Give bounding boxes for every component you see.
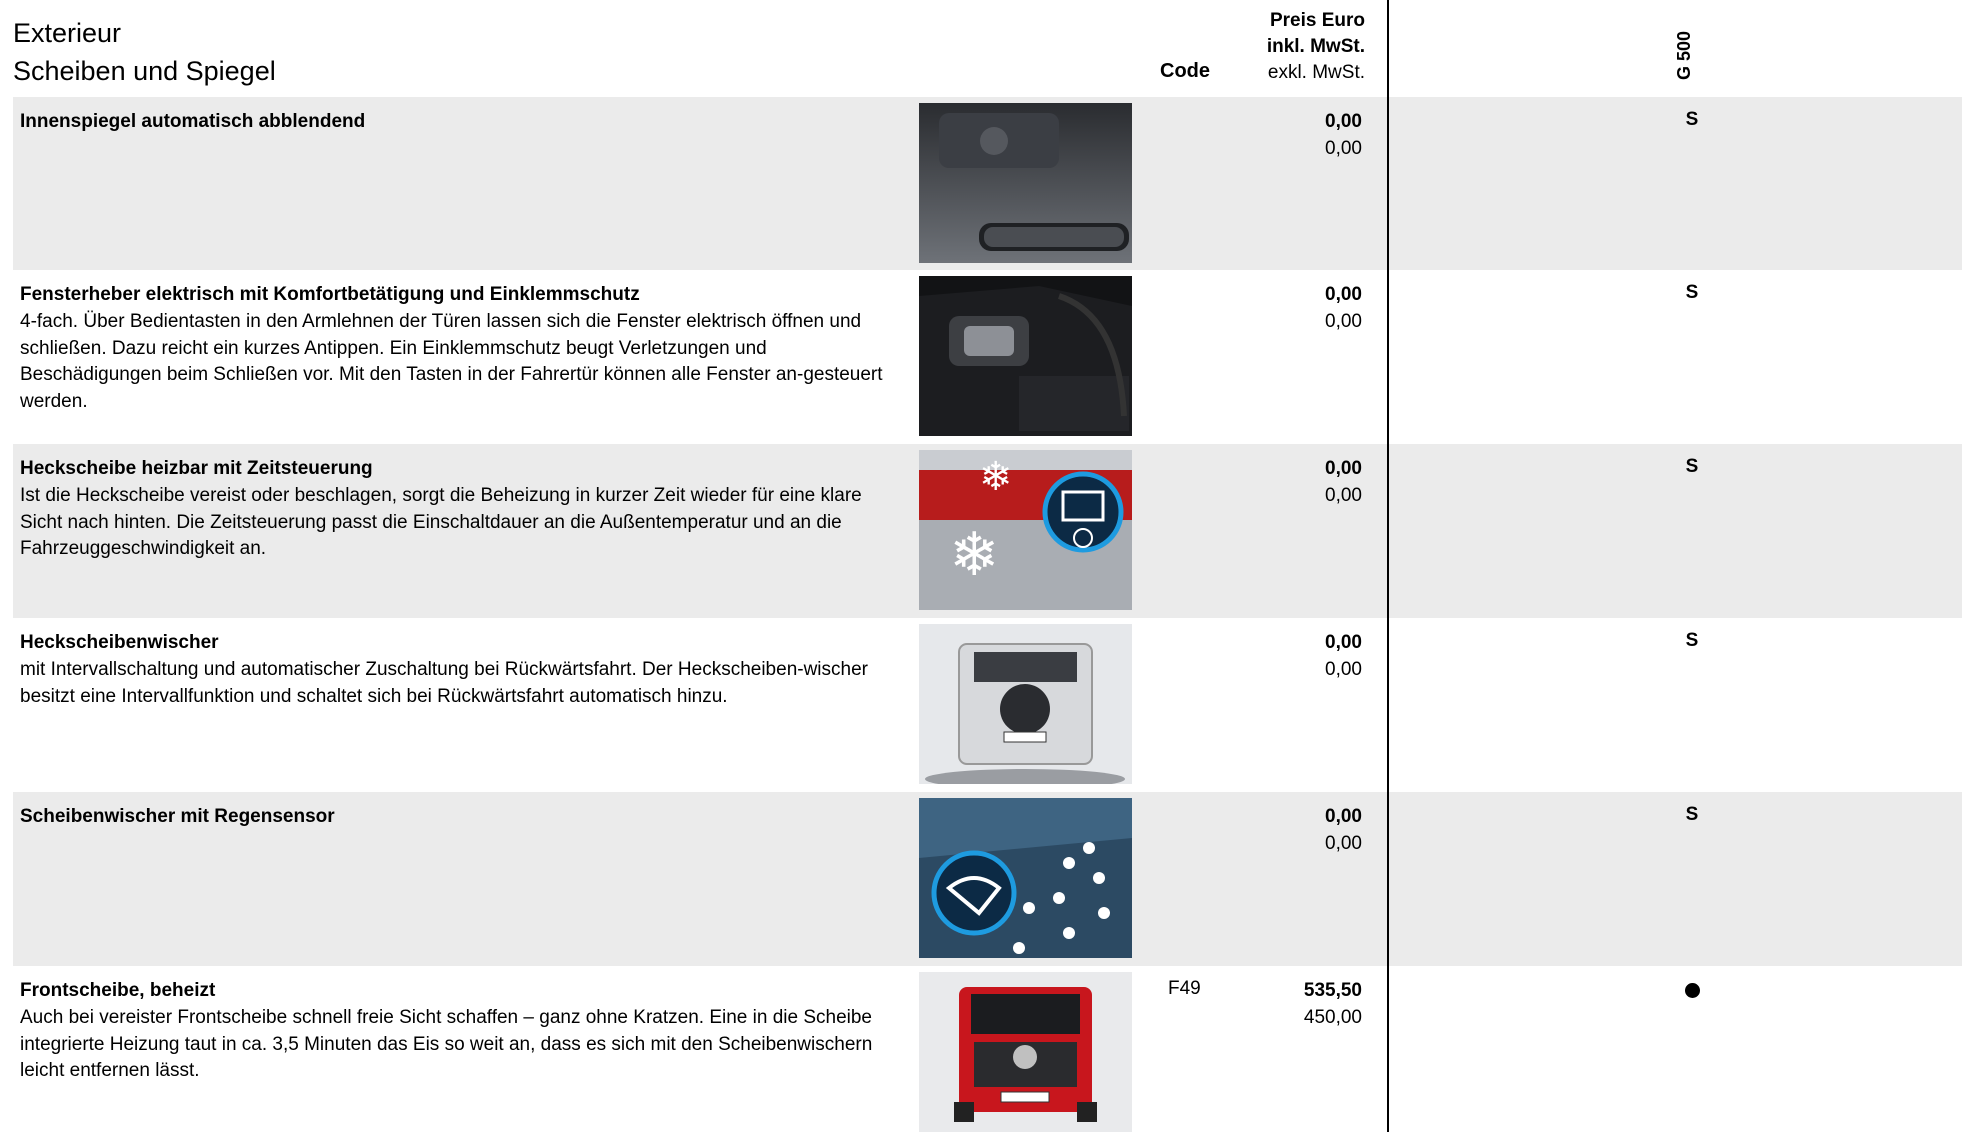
model-column-header: G 500 bbox=[1674, 30, 1694, 80]
price-incl-vat: 535,50 bbox=[1303, 980, 1362, 1001]
row-title: Frontscheibe, beheizt bbox=[20, 980, 216, 1001]
table-row: Innenspiegel automatisch abblendend 0,00… bbox=[13, 97, 1962, 270]
row-title: Scheibenwischer mit Regensensor bbox=[20, 806, 335, 827]
table-row: Frontscheibe, beheizt Auch bei vereister… bbox=[13, 966, 1962, 1132]
rain-sensor-photo bbox=[919, 798, 1132, 958]
availability-marker: S bbox=[1685, 282, 1699, 303]
row-description: 4-fach. Über Bedientasten in den Armlehn… bbox=[20, 311, 883, 412]
table-row: Fensterheber elektrisch mit Komfortbetät… bbox=[13, 270, 1962, 444]
price-incl-vat: 0,00 bbox=[1325, 806, 1362, 827]
option-code: F49 bbox=[1168, 978, 1201, 999]
table-row: Scheibenwischer mit Regensensor 0,00 0,0… bbox=[13, 792, 1962, 966]
optional-dot-icon bbox=[1684, 983, 1700, 998]
code-column-header: Code bbox=[1160, 60, 1210, 82]
price-incl-vat: 0,00 bbox=[1325, 111, 1362, 132]
price-incl-vat: 0,00 bbox=[1325, 284, 1362, 305]
table-row: Heckscheibenwischer mit Intervallschaltu… bbox=[13, 618, 1962, 792]
row-description: Ist die Heckscheibe vereist oder beschla… bbox=[20, 485, 862, 559]
row-description: mit Intervallschaltung und automatischer… bbox=[20, 659, 868, 707]
row-price: 0,00 0,00 bbox=[1325, 804, 1362, 857]
row-description: Auch bei vereister Frontscheibe schnell … bbox=[20, 1007, 873, 1081]
availability-marker: S bbox=[1685, 109, 1699, 130]
rear-window-heating-photo: ❄ ❄ bbox=[919, 450, 1132, 610]
price-incl-vat: 0,00 bbox=[1325, 632, 1362, 653]
availability-marker: S bbox=[1685, 630, 1699, 651]
price-excl-vat: 0,00 bbox=[1325, 658, 1362, 680]
heated-windscreen-photo bbox=[919, 972, 1132, 1132]
row-title: Fensterheber elektrisch mit Komfortbetät… bbox=[20, 284, 640, 305]
price-incl-vat: 0,00 bbox=[1325, 458, 1362, 479]
svg-text:❄: ❄ bbox=[979, 454, 1013, 500]
price-excl-vat: 0,00 bbox=[1325, 832, 1362, 854]
price-excl-vat: 0,00 bbox=[1325, 137, 1362, 159]
row-price: 0,00 0,00 bbox=[1325, 282, 1362, 335]
row-price: 0,00 0,00 bbox=[1325, 456, 1362, 509]
rear-wiper-photo bbox=[919, 624, 1132, 784]
section-heading: Exterieur Scheiben und Spiegel bbox=[13, 14, 276, 90]
price-excl-vat: 450,00 bbox=[1303, 1006, 1362, 1028]
table-row: Heckscheibe heizbar mit Zeitsteuerung Is… bbox=[13, 444, 1962, 618]
section-title: Exterieur bbox=[13, 18, 122, 48]
row-price: 0,00 0,00 bbox=[1325, 630, 1362, 683]
row-title: Heckscheibe heizbar mit Zeitsteuerung bbox=[20, 458, 373, 479]
price-excl-vat: 0,00 bbox=[1325, 484, 1362, 506]
availability-marker: S bbox=[1685, 804, 1699, 825]
price-column-header: Preis Euro inkl. MwSt. exkl. MwSt. bbox=[1267, 8, 1365, 86]
row-price: 535,50 450,00 bbox=[1304, 978, 1362, 1031]
price-header-line3: exkl. MwSt. bbox=[1267, 62, 1365, 83]
row-title: Heckscheibenwischer bbox=[20, 632, 219, 653]
row-price: 0,00 0,00 bbox=[1325, 109, 1362, 162]
price-header-line1: Preis Euro bbox=[1269, 10, 1365, 31]
row-title: Innenspiegel automatisch abblendend bbox=[20, 111, 366, 132]
optional-marker bbox=[1677, 978, 1707, 1004]
availability-marker: S bbox=[1685, 456, 1699, 477]
column-divider bbox=[1387, 0, 1389, 1132]
interior-mirror-photo bbox=[919, 103, 1132, 263]
door-window-switch-photo bbox=[919, 276, 1132, 436]
price-excl-vat: 0,00 bbox=[1325, 310, 1362, 332]
price-header-line2: inkl. MwSt. bbox=[1266, 36, 1365, 57]
svg-text:❄: ❄ bbox=[949, 520, 999, 590]
section-subtitle: Scheiben und Spiegel bbox=[13, 56, 276, 86]
